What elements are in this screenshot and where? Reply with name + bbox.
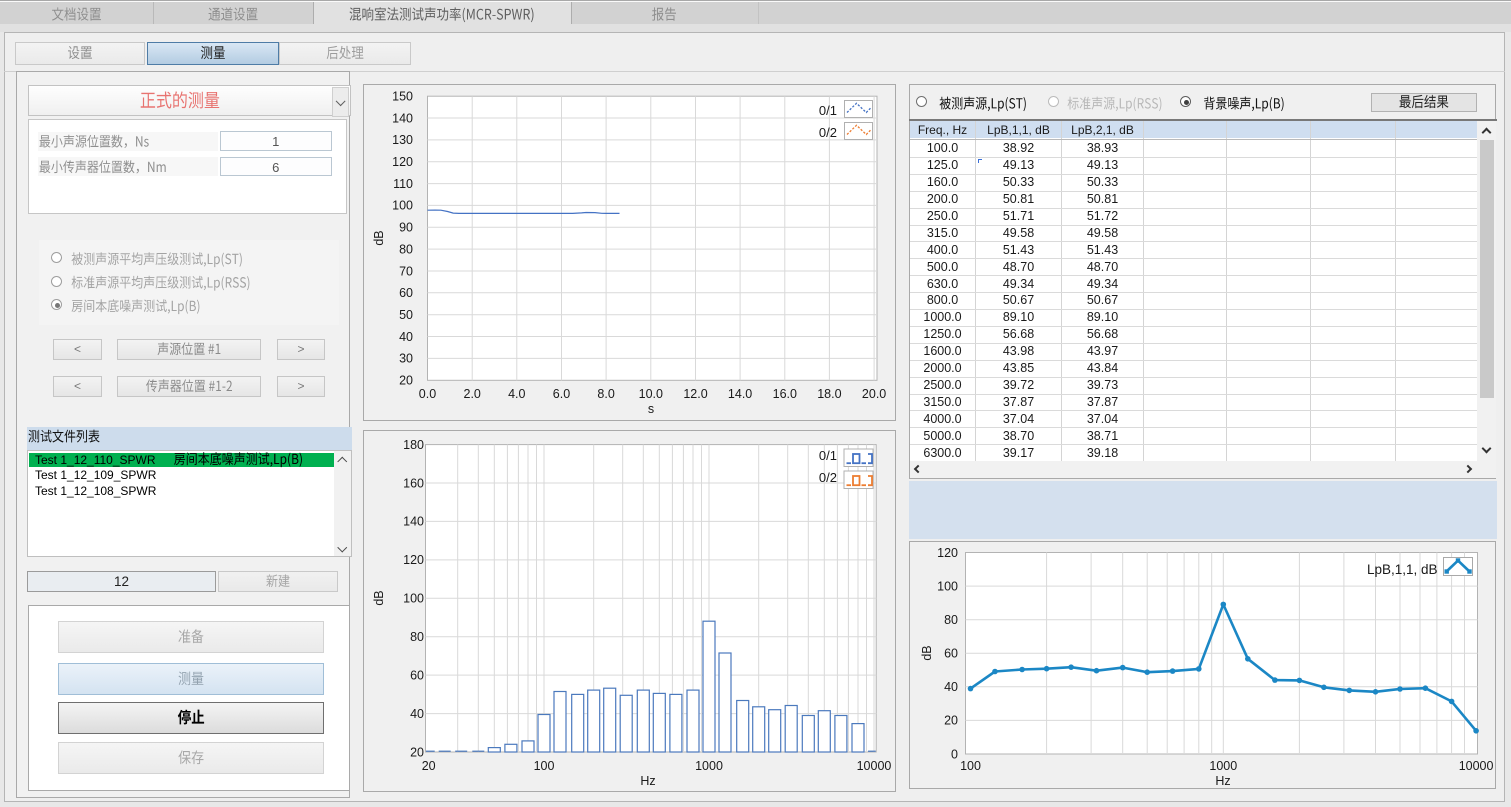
svg-text:60: 60: [944, 646, 958, 660]
svg-text:0/1: 0/1: [819, 448, 837, 463]
svg-text:120: 120: [937, 545, 958, 559]
svg-text:120: 120: [403, 553, 424, 567]
svg-text:60: 60: [410, 668, 424, 682]
svg-text:2.0: 2.0: [464, 387, 481, 401]
svg-text:40: 40: [410, 706, 424, 720]
svg-text:20: 20: [422, 759, 436, 773]
svg-text:Hz: Hz: [1215, 774, 1230, 788]
svg-text:6.0: 6.0: [553, 387, 570, 401]
svg-text:12.0: 12.0: [683, 387, 707, 401]
svg-text:40: 40: [944, 680, 958, 694]
svg-text:16.0: 16.0: [773, 387, 797, 401]
svg-text:0: 0: [951, 747, 958, 761]
svg-text:100: 100: [534, 759, 555, 773]
svg-text:18.0: 18.0: [817, 387, 841, 401]
svg-text:50: 50: [399, 308, 413, 322]
svg-text:1000: 1000: [1209, 759, 1237, 773]
svg-text:130: 130: [392, 133, 413, 147]
svg-text:14.0: 14.0: [728, 387, 752, 401]
svg-text:10000: 10000: [1458, 759, 1493, 773]
svg-text:70: 70: [399, 264, 413, 278]
svg-text:110: 110: [393, 177, 413, 191]
svg-text:140: 140: [403, 514, 424, 528]
svg-text:dB: dB: [920, 645, 934, 660]
svg-text:160: 160: [403, 476, 424, 490]
svg-text:0.0: 0.0: [419, 387, 436, 401]
svg-text:100: 100: [403, 591, 424, 605]
svg-text:20: 20: [410, 745, 424, 759]
svg-text:s: s: [648, 402, 654, 416]
svg-text:20: 20: [944, 713, 958, 727]
svg-text:20: 20: [399, 374, 413, 388]
svg-text:dB: dB: [372, 590, 386, 605]
svg-text:LpB,1,1, dB: LpB,1,1, dB: [1366, 562, 1437, 577]
svg-text:100: 100: [937, 579, 958, 593]
svg-text:150: 150: [392, 90, 413, 104]
svg-text:10000: 10000: [857, 759, 892, 773]
svg-text:100: 100: [960, 759, 981, 773]
svg-text:80: 80: [399, 242, 413, 256]
svg-text:80: 80: [410, 630, 424, 644]
svg-text:1000: 1000: [695, 759, 723, 773]
svg-text:120: 120: [392, 155, 413, 169]
svg-text:0/1: 0/1: [819, 103, 837, 118]
svg-text:dB: dB: [372, 230, 386, 245]
svg-text:40: 40: [399, 330, 413, 344]
svg-text:100: 100: [392, 199, 413, 213]
svg-text:8.0: 8.0: [597, 387, 614, 401]
svg-text:90: 90: [399, 221, 413, 235]
svg-text:30: 30: [399, 352, 413, 366]
svg-text:10.0: 10.0: [639, 387, 663, 401]
svg-text:60: 60: [399, 286, 413, 300]
svg-text:20.0: 20.0: [862, 387, 886, 401]
svg-text:0/2: 0/2: [819, 125, 837, 140]
svg-text:0/2: 0/2: [819, 470, 837, 485]
svg-text:Hz: Hz: [640, 774, 655, 788]
svg-text:140: 140: [392, 111, 413, 125]
svg-text:80: 80: [944, 613, 958, 627]
svg-text:4.0: 4.0: [508, 387, 525, 401]
svg-text:180: 180: [403, 437, 424, 451]
